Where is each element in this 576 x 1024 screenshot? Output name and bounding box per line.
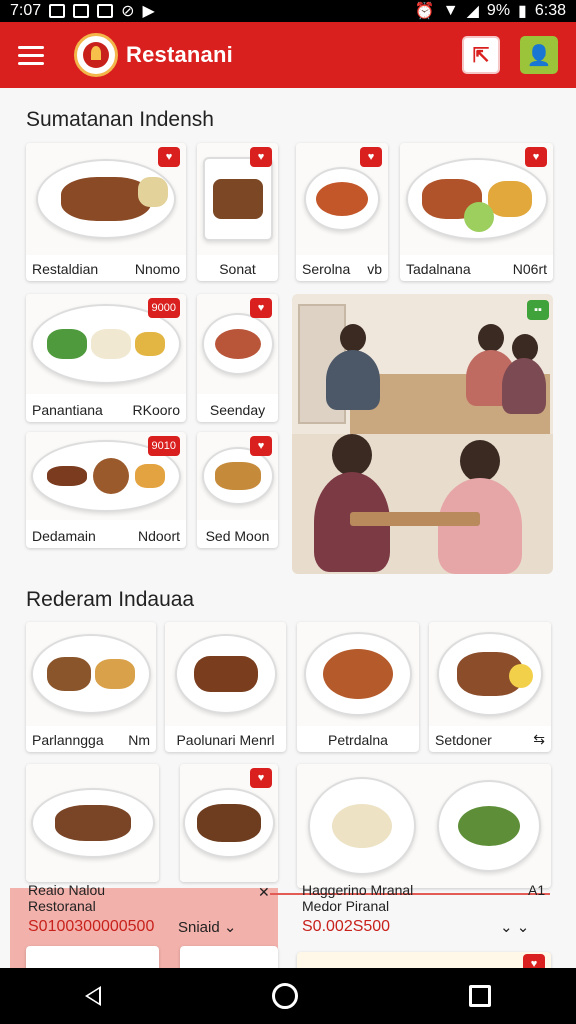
food-card[interactable]: 9010 Dedamain Ndoort bbox=[26, 432, 186, 548]
food-extra: Nnomo bbox=[134, 261, 180, 277]
bottom-left-title: Reaio Nalou bbox=[28, 882, 106, 898]
blocked-icon: ⊘ bbox=[121, 3, 135, 20]
back-icon[interactable] bbox=[85, 986, 102, 1006]
food-card[interactable]: Setdoner ⇆ bbox=[429, 622, 551, 752]
status-clock-right: 6:38 bbox=[534, 2, 566, 19]
food-name: Petrdalna bbox=[328, 732, 388, 748]
food-extra: N06rt bbox=[512, 261, 547, 277]
select-label: Sniaid bbox=[178, 919, 220, 936]
status-time: 7:07 bbox=[10, 2, 42, 19]
food-card[interactable]: 9000 Panantiana RKooro bbox=[26, 294, 186, 422]
share-icon[interactable]: ⇆ bbox=[533, 731, 545, 748]
food-card[interactable]: ♥ bbox=[180, 764, 278, 882]
chevron-down-icon[interactable]: ⌄ ⌄ bbox=[500, 918, 529, 936]
food-name: Serolna bbox=[302, 261, 351, 277]
bottom-left-price: S0100300000500 bbox=[28, 918, 155, 935]
food-name: Seenday bbox=[209, 402, 266, 418]
food-name: Setdoner bbox=[435, 731, 492, 748]
favorite-badge-icon[interactable]: ♥ bbox=[360, 147, 382, 167]
system-nav-bar bbox=[0, 968, 576, 1024]
food-card[interactable]: Parlanngga Nm bbox=[26, 622, 156, 752]
food-card[interactable] bbox=[26, 764, 159, 882]
food-name: Paolunari Menrl bbox=[176, 732, 275, 748]
youtube-icon: ▶ bbox=[142, 3, 155, 20]
food-card[interactable]: ♥ Serolna vb bbox=[296, 143, 388, 281]
food-card[interactable]: ♥ Tadalnana N06rt bbox=[400, 143, 553, 281]
image-notification-icon bbox=[49, 4, 66, 18]
favorite-badge-icon[interactable]: ♥ bbox=[525, 147, 547, 167]
food-name: Panantiana bbox=[32, 402, 103, 418]
favorite-badge-icon[interactable]: ♥ bbox=[250, 147, 272, 167]
favorite-badge-icon[interactable]: ♥ bbox=[250, 768, 272, 788]
food-name: Sed Moon bbox=[205, 528, 270, 544]
recent-apps-icon[interactable] bbox=[468, 985, 491, 1007]
food-card[interactable]: ♥ Sonat bbox=[197, 143, 278, 281]
share-button[interactable]: ⇱ bbox=[462, 36, 500, 74]
bottom-right-title: Haggerino Mranal bbox=[302, 882, 414, 898]
alarm-icon: ⏰ bbox=[414, 3, 435, 20]
battery-percent: 9% bbox=[486, 2, 511, 19]
favorite-badge-icon[interactable]: ♥ bbox=[250, 436, 272, 456]
food-name: Restaldian bbox=[32, 261, 99, 277]
food-card[interactable]: ♥ Sed Moon bbox=[197, 432, 278, 548]
status-bar: 7:07 ⊘ ▶ ⏰ ▼ ◢ 9% ▮ 6:38 bbox=[0, 0, 576, 22]
content-scroll-area[interactable]: Sumatanan Indensh ♥ Restaldian Nnomo ♥ S… bbox=[0, 88, 576, 968]
section-title-2: Rederam Indauaa bbox=[26, 588, 195, 611]
food-name: Sonat bbox=[219, 261, 256, 277]
wifi-icon: ▼ bbox=[442, 2, 459, 19]
food-extra: Nm bbox=[128, 732, 150, 748]
food-card-large[interactable] bbox=[297, 764, 551, 888]
food-card[interactable]: ♥ bbox=[297, 952, 551, 968]
bottom-right-price: S0.002S500 bbox=[302, 918, 391, 935]
gallery-notification-icon bbox=[73, 4, 90, 18]
favorite-badge-icon[interactable]: ♥ bbox=[250, 298, 272, 318]
food-name: Parlanngga bbox=[32, 732, 104, 748]
app-title: Restanani bbox=[126, 42, 233, 67]
food-card[interactable] bbox=[180, 946, 278, 968]
battery-icon: ▮ bbox=[518, 3, 527, 20]
food-card[interactable] bbox=[26, 946, 159, 968]
signal-icon: ◢ bbox=[466, 3, 479, 20]
food-name: Tadalnana bbox=[406, 261, 471, 277]
favorite-badge-icon[interactable]: ♥ bbox=[523, 954, 545, 968]
home-icon[interactable] bbox=[271, 983, 298, 1009]
bottom-right-subtitle: Medor Piranal bbox=[302, 898, 390, 914]
price-badge: 9000 bbox=[147, 298, 180, 318]
food-name: Dedamain bbox=[32, 528, 96, 544]
bottom-right-suffix: A1 bbox=[528, 882, 546, 898]
bottom-left-subtitle: Restoranal bbox=[28, 898, 96, 914]
chevron-down-icon: ⌄ bbox=[223, 919, 237, 936]
app-bar: Restanani ⇱ 👤 bbox=[0, 22, 576, 88]
photo-badge-icon: ▪▪ bbox=[527, 300, 549, 320]
food-card[interactable]: ♥ Restaldian Nnomo bbox=[26, 143, 186, 281]
hamburger-menu-icon[interactable] bbox=[18, 38, 52, 72]
food-extra: RKooro bbox=[132, 402, 180, 418]
food-card[interactable]: Paolunari Menrl bbox=[165, 622, 286, 752]
food-card[interactable]: ♥ Seenday bbox=[197, 294, 278, 422]
select-dropdown[interactable]: Sniaid ⌄ bbox=[178, 918, 236, 936]
favorite-badge-icon[interactable]: ♥ bbox=[158, 147, 180, 167]
close-icon[interactable]: ✕ bbox=[258, 884, 270, 901]
food-extra: Ndoort bbox=[137, 528, 180, 544]
restaurant-logo-icon bbox=[74, 33, 118, 77]
photo-notification-icon bbox=[97, 4, 114, 18]
food-extra: vb bbox=[367, 261, 382, 277]
profile-button[interactable]: 👤 bbox=[520, 36, 558, 74]
price-badge: 9010 bbox=[147, 436, 180, 456]
food-card[interactable]: Petrdalna bbox=[297, 622, 419, 752]
restaurant-interior-photo: ▪▪ bbox=[292, 294, 553, 574]
section-title-1: Sumatanan Indensh bbox=[26, 108, 214, 131]
